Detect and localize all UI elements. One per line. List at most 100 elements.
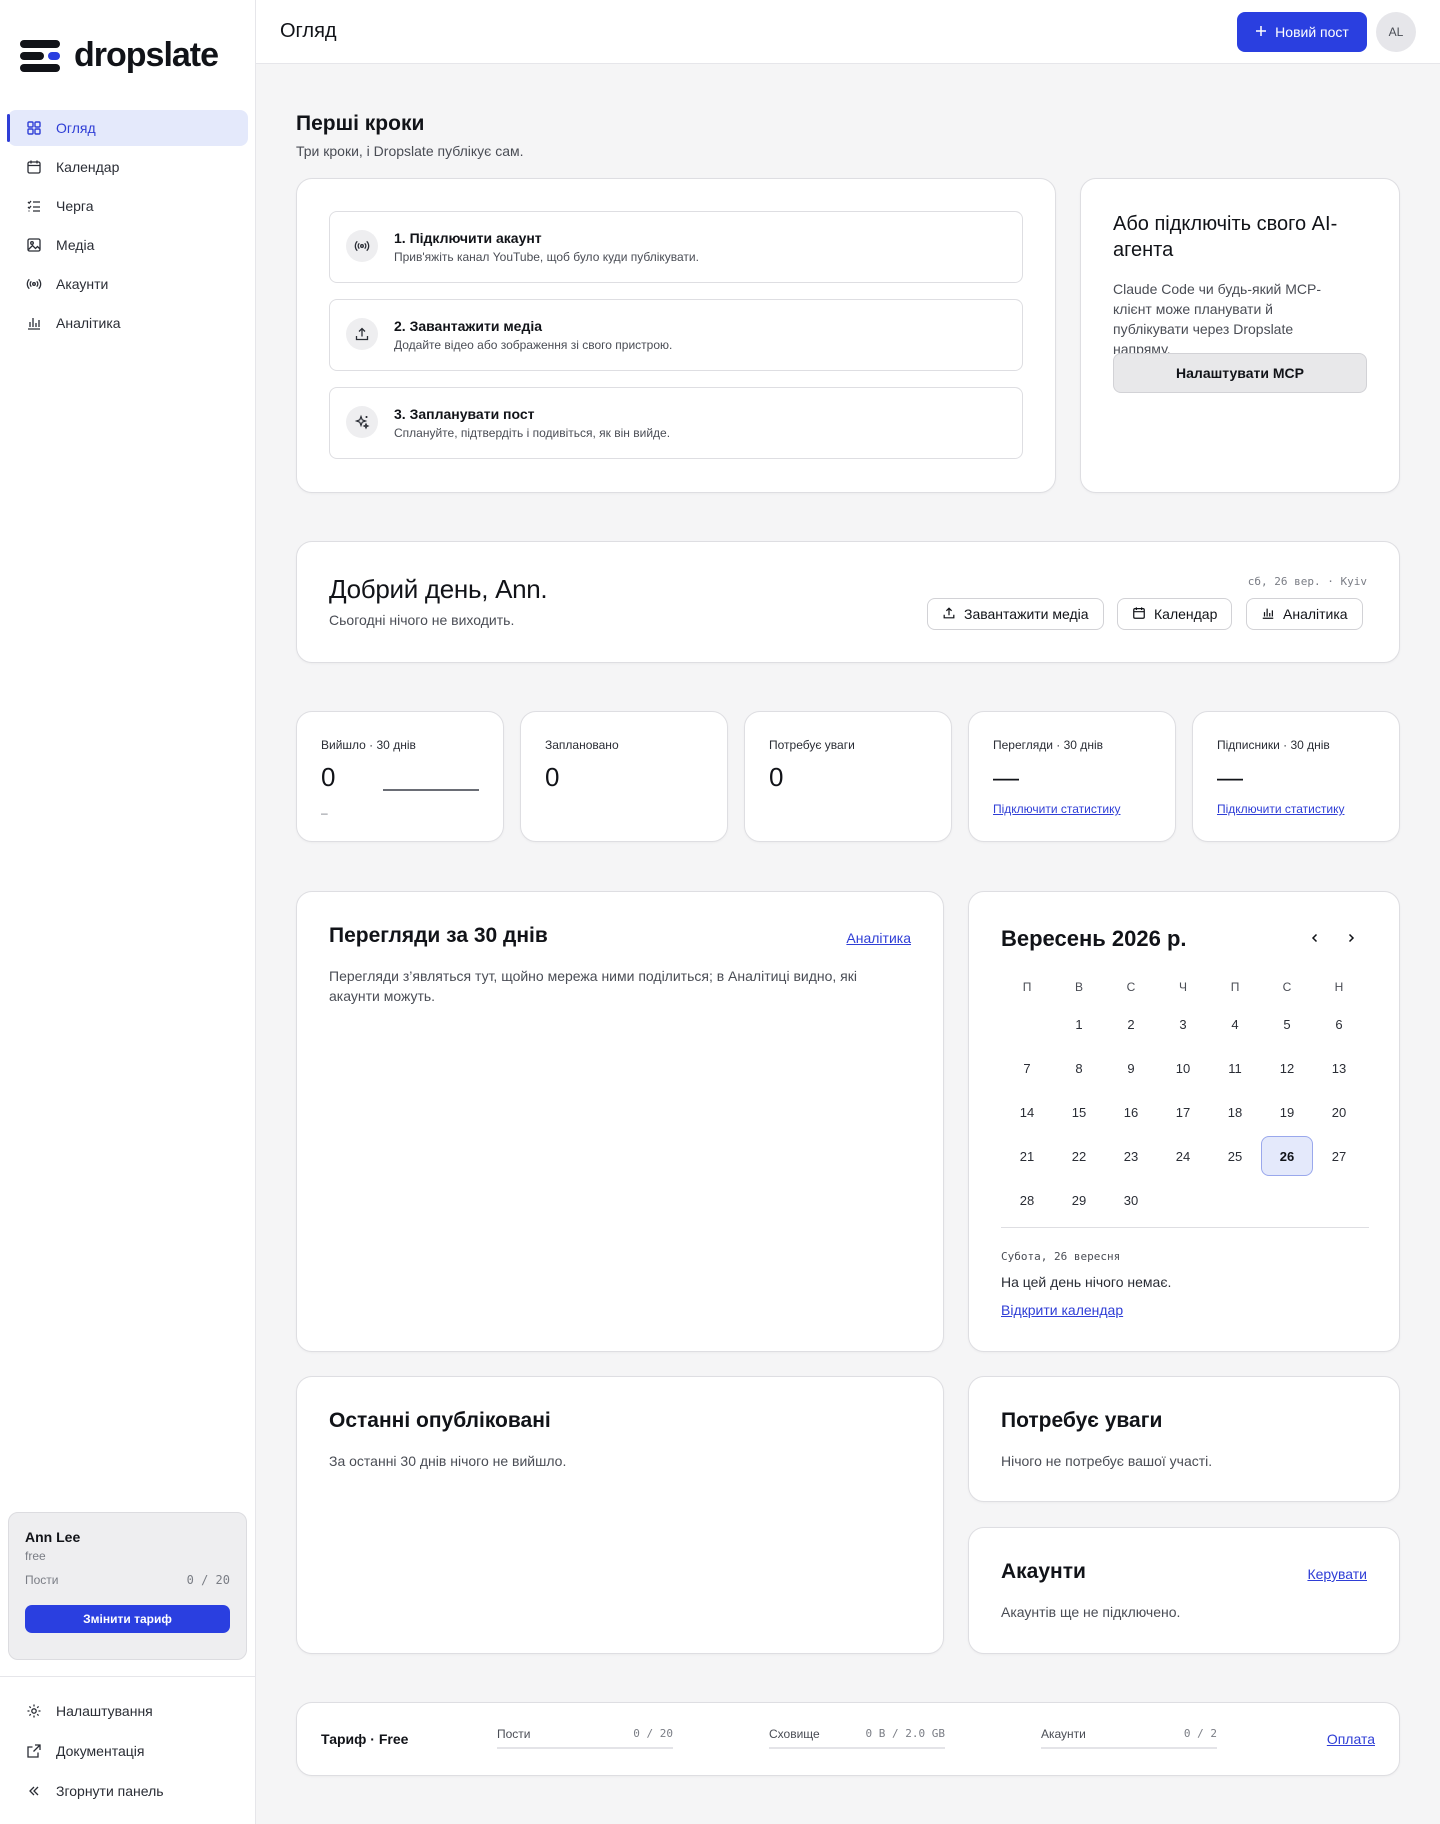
sidebar-item-analytics[interactable]: Аналітика: [8, 305, 248, 341]
calendar-day[interactable]: 29: [1053, 1180, 1105, 1220]
sidebar-item-label: Згорнути панель: [56, 1783, 164, 1799]
calendar-label: Календар: [1154, 606, 1218, 622]
analytics-link[interactable]: Аналітика: [846, 930, 911, 946]
stat-views: Перегляди · 30 днів — Підключити статист…: [968, 711, 1176, 842]
sidebar-item-media[interactable]: Медіа: [8, 227, 248, 263]
calendar-grid: П В С Ч П С Н 1 2 3 4 5 6 7 8 9 10 11 12 13 14 15 16 17 18 19 20 21…: [1001, 972, 1369, 1222]
sidebar-item-label: Календар: [56, 159, 120, 175]
sidebar-item-queue[interactable]: Черга: [8, 188, 248, 224]
ai-agent-title: Або підключіть свого AI-агента: [1113, 213, 1338, 261]
calendar-icon: [1132, 606, 1146, 623]
brand-name: dropslate: [74, 36, 219, 74]
analytics-button[interactable]: Аналітика: [1246, 598, 1363, 630]
calendar-day[interactable]: 12: [1261, 1048, 1313, 1088]
user-tier: free: [25, 1549, 46, 1563]
posts-usage-row: Пости 0 / 20: [25, 1573, 230, 1587]
calendar-day[interactable]: 6: [1313, 1004, 1365, 1044]
sidebar-item-settings[interactable]: Налаштування: [8, 1693, 247, 1729]
calendar-day[interactable]: 30: [1105, 1180, 1157, 1220]
calendar-day[interactable]: 10: [1157, 1048, 1209, 1088]
manage-accounts-link[interactable]: Керувати: [1307, 1566, 1367, 1582]
accounts-title: Акаунти: [1001, 1560, 1086, 1583]
ai-agent-description: Claude Code чи будь-який MCP-клієнт може…: [1113, 281, 1321, 357]
connect-stats-link[interactable]: Підключити статистику: [993, 802, 1120, 816]
usage-value: 0 B / 2.0 GB: [865, 1727, 945, 1740]
sidebar-nav: Огляд Календар Черга Медіа Акаунти Аналі…: [7, 110, 248, 344]
calendar-day[interactable]: 21: [1001, 1136, 1053, 1176]
calendar-day[interactable]: 20: [1313, 1092, 1365, 1132]
posts-usage-label: Пости: [25, 1573, 59, 1587]
calendar-day[interactable]: 8: [1053, 1048, 1105, 1088]
calendar-day[interactable]: 25: [1209, 1136, 1261, 1176]
accounts-usage: Акаунти 0 / 2: [1041, 1727, 1217, 1749]
brand-logo[interactable]: dropslate: [20, 36, 219, 75]
sidebar-item-calendar[interactable]: Календар: [8, 149, 248, 185]
stat-value: —: [993, 762, 1019, 792]
usage-label: Пости: [497, 1727, 531, 1741]
stat-label: Перегляди · 30 днів: [993, 738, 1103, 752]
calendar-day[interactable]: 22: [1053, 1136, 1105, 1176]
calendar-month-title: Вересень 2026 р.: [1001, 926, 1187, 951]
calendar-day[interactable]: 14: [1001, 1092, 1053, 1132]
billing-link[interactable]: Оплата: [1327, 1731, 1375, 1747]
connect-stats-link[interactable]: Підключити статистику: [1217, 802, 1344, 816]
calendar-panel: Вересень 2026 р. П В С Ч П С Н 1 2 3 4 5 6 7 8 9 10 11 12 1…: [968, 891, 1400, 1352]
calendar-day[interactable]: 1: [1053, 1004, 1105, 1044]
bar-chart-icon: [26, 315, 42, 331]
setup-mcp-button[interactable]: Налаштувати MCP: [1113, 353, 1367, 393]
upload-icon: [346, 318, 378, 350]
change-plan-button[interactable]: Змінити тариф: [25, 1605, 230, 1633]
stat-value: 0: [545, 762, 560, 792]
accounts-text: Акаунтів ще не підключено.: [1001, 1604, 1181, 1620]
avatar[interactable]: AL: [1376, 12, 1416, 52]
stat-value: 0: [769, 762, 784, 792]
greeting-title: Добрий день, Ann.: [329, 574, 548, 604]
calendar-day[interactable]: 2: [1105, 1004, 1157, 1044]
sidebar-item-overview[interactable]: Огляд: [7, 110, 248, 146]
broadcast-icon: [26, 276, 42, 292]
stat-label: Заплановано: [545, 738, 619, 752]
grid-icon: [26, 120, 42, 136]
calendar-day[interactable]: 4: [1209, 1004, 1261, 1044]
calendar-day[interactable]: 3: [1157, 1004, 1209, 1044]
upload-media-button[interactable]: Завантажити медіа: [927, 598, 1104, 630]
calendar-day[interactable]: 23: [1105, 1136, 1157, 1176]
weekday-header: Ч: [1179, 980, 1187, 994]
calendar-day[interactable]: 24: [1157, 1136, 1209, 1176]
step-schedule-post[interactable]: 3. Запланувати пост Сплануйте, підтверді…: [329, 387, 1023, 459]
calendar-day[interactable]: 19: [1261, 1092, 1313, 1132]
open-calendar-link[interactable]: Відкрити календар: [1001, 1302, 1123, 1318]
page-title: Огляд: [280, 20, 337, 42]
calendar-day[interactable]: 11: [1209, 1048, 1261, 1088]
calendar-day-today[interactable]: 26: [1261, 1136, 1313, 1176]
chevron-right-icon[interactable]: [1341, 928, 1361, 948]
sidebar-item-label: Документація: [56, 1743, 145, 1759]
sidebar-item-collapse[interactable]: Згорнути панель: [8, 1773, 247, 1809]
gear-icon: [26, 1703, 42, 1719]
calendar-day[interactable]: 27: [1313, 1136, 1365, 1176]
calendar-day[interactable]: 16: [1105, 1092, 1157, 1132]
sidebar-item-docs[interactable]: Документація: [8, 1733, 247, 1769]
sidebar-item-label: Акаунти: [56, 276, 109, 292]
recent-published-text: За останні 30 днів нічого не вийшло.: [329, 1453, 567, 1469]
sparkle-icon: [346, 406, 378, 438]
step-upload-media[interactable]: 2. Завантажити медіа Додайте відео або з…: [329, 299, 1023, 371]
stat-followers: Підписники · 30 днів — Підключити статис…: [1192, 711, 1400, 842]
new-post-button[interactable]: Новий пост: [1237, 12, 1367, 52]
calendar-day[interactable]: 5: [1261, 1004, 1313, 1044]
calendar-day[interactable]: 13: [1313, 1048, 1365, 1088]
chevron-left-icon[interactable]: [1305, 928, 1325, 948]
calendar-button[interactable]: Календар: [1117, 598, 1233, 630]
attention-title: Потребує уваги: [1001, 1409, 1163, 1432]
step-connect-account[interactable]: 1. Підключити акаунт Прив'яжіть канал Yo…: [329, 211, 1023, 283]
sidebar: dropslate Огляд Календар Черга Медіа Ака…: [0, 0, 256, 1824]
calendar-day[interactable]: 17: [1157, 1092, 1209, 1132]
stat-scheduled: Заплановано 0: [520, 711, 728, 842]
calendar-day[interactable]: 9: [1105, 1048, 1157, 1088]
sidebar-item-accounts[interactable]: Акаунти: [8, 266, 248, 302]
calendar-day[interactable]: 7: [1001, 1048, 1053, 1088]
calendar-day[interactable]: 18: [1209, 1092, 1261, 1132]
calendar-day[interactable]: 15: [1053, 1092, 1105, 1132]
calendar-day[interactable]: 28: [1001, 1180, 1053, 1220]
weekday-header: С: [1282, 980, 1292, 994]
